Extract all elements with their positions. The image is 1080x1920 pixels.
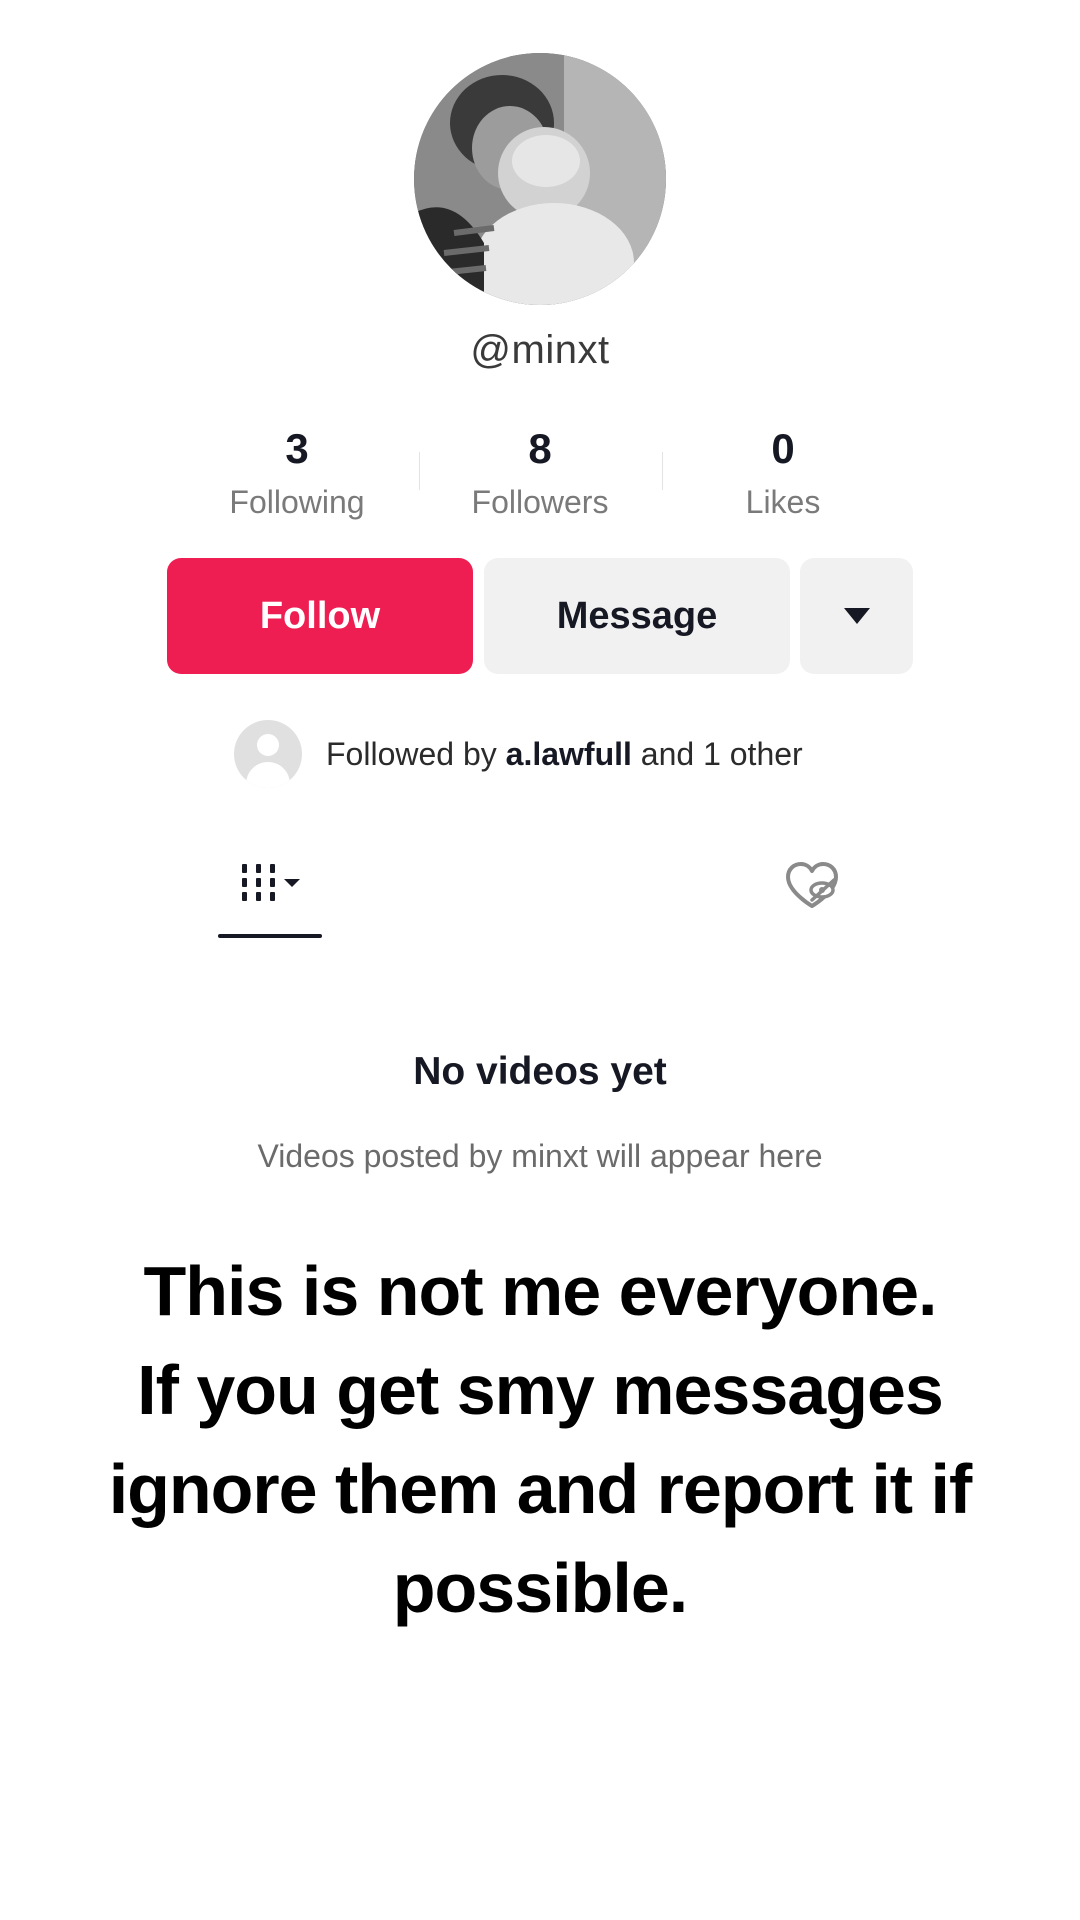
tab-videos[interactable] bbox=[218, 858, 322, 940]
followed-by-text: Followed by a.lawfull and 1 other bbox=[326, 736, 803, 773]
tab-active-indicator bbox=[218, 934, 322, 938]
more-options-button[interactable] bbox=[800, 558, 913, 674]
stat-value: 8 bbox=[528, 425, 552, 472]
stat-likes[interactable]: 0 Likes bbox=[663, 424, 903, 522]
overlay-line: This is not me everyone. bbox=[143, 1252, 938, 1330]
empty-state-title: No videos yet bbox=[413, 1050, 667, 1093]
hidden-heart-icon bbox=[786, 862, 838, 908]
followed-by[interactable]: Followed by a.lawfull and 1 other bbox=[234, 720, 803, 788]
followed-by-prefix: Followed by bbox=[326, 735, 506, 772]
stat-label: Following bbox=[229, 484, 365, 520]
overlay-message: This is not me everyone. If you get smy … bbox=[90, 1242, 990, 1638]
triangle-down-icon bbox=[843, 608, 870, 624]
profile-avatar[interactable] bbox=[414, 53, 666, 305]
username: @minxt bbox=[470, 328, 610, 372]
overlay-line: possible. bbox=[392, 1549, 688, 1627]
follow-button[interactable]: Follow bbox=[167, 558, 473, 674]
followed-by-user[interactable]: a.lawfull bbox=[506, 736, 632, 772]
overlay-line: If you get smy messages bbox=[137, 1351, 944, 1429]
stat-label: Followers bbox=[471, 484, 609, 520]
stat-followers[interactable]: 8 Followers bbox=[420, 424, 660, 522]
stat-following[interactable]: 3 Following bbox=[177, 424, 417, 522]
profile-photo bbox=[414, 53, 666, 305]
overlay-line: ignore them and report it if bbox=[108, 1450, 973, 1528]
stat-label: Likes bbox=[745, 484, 821, 520]
stat-value: 3 bbox=[285, 425, 309, 472]
follower-avatar bbox=[234, 720, 302, 788]
stat-value: 0 bbox=[771, 425, 795, 472]
grid-dropdown-icon bbox=[242, 864, 300, 901]
message-button[interactable]: Message bbox=[484, 558, 790, 674]
followed-by-suffix: and 1 other bbox=[631, 735, 803, 772]
tab-liked[interactable] bbox=[782, 860, 842, 912]
empty-state-subtitle: Videos posted by minxt will appear here bbox=[257, 1138, 823, 1174]
